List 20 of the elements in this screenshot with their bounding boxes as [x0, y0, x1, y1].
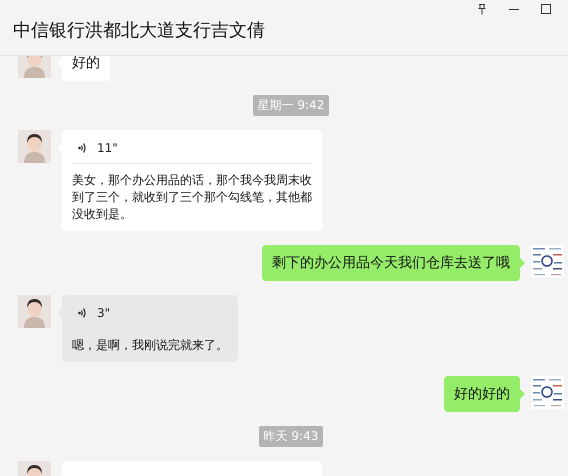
voice-icon[interactable]	[78, 142, 87, 154]
message-bubble[interactable]: 好的	[62, 56, 110, 81]
message-bubble[interactable]: 剩下的办公用品今天我们仓库去送了哦	[262, 245, 520, 281]
avatar-figure[interactable]	[18, 295, 51, 328]
voice-duration: 3"	[97, 306, 110, 320]
bubble-tail	[520, 258, 525, 268]
pin-icon[interactable]	[476, 3, 488, 15]
bubble-tail	[520, 389, 525, 399]
avatar-figure[interactable]	[18, 130, 51, 163]
message-timestamp: 星期一 9:42	[252, 95, 330, 116]
maximize-icon[interactable]	[540, 3, 552, 15]
window-title: 中信银行洪都北大道支行吉文倩	[13, 19, 266, 42]
voice-message-bubble[interactable]: 11" 美女，那个办公用品的话，那个我今我周末收到了三个，就收到了三个那个勾线笔，其他都没收到是。	[62, 130, 322, 231]
message-timestamp: 昨天 9:43	[258, 426, 324, 447]
voice-duration: 11"	[97, 141, 118, 155]
voice-transcript: 嗯，是啊，我刚说完就来了。	[72, 337, 228, 354]
message-bubble[interactable]: 好的好的	[444, 376, 520, 412]
voice-message-bubble[interactable]: 3" 嗯，是啊，我刚说完就来了。	[62, 295, 238, 362]
voice-transcript: 美女，那个办公用品的话，那个我今我周末收到了三个，就收到了三个那个勾线笔，其他都没收到是。	[72, 172, 312, 223]
voice-icon[interactable]	[78, 307, 87, 319]
